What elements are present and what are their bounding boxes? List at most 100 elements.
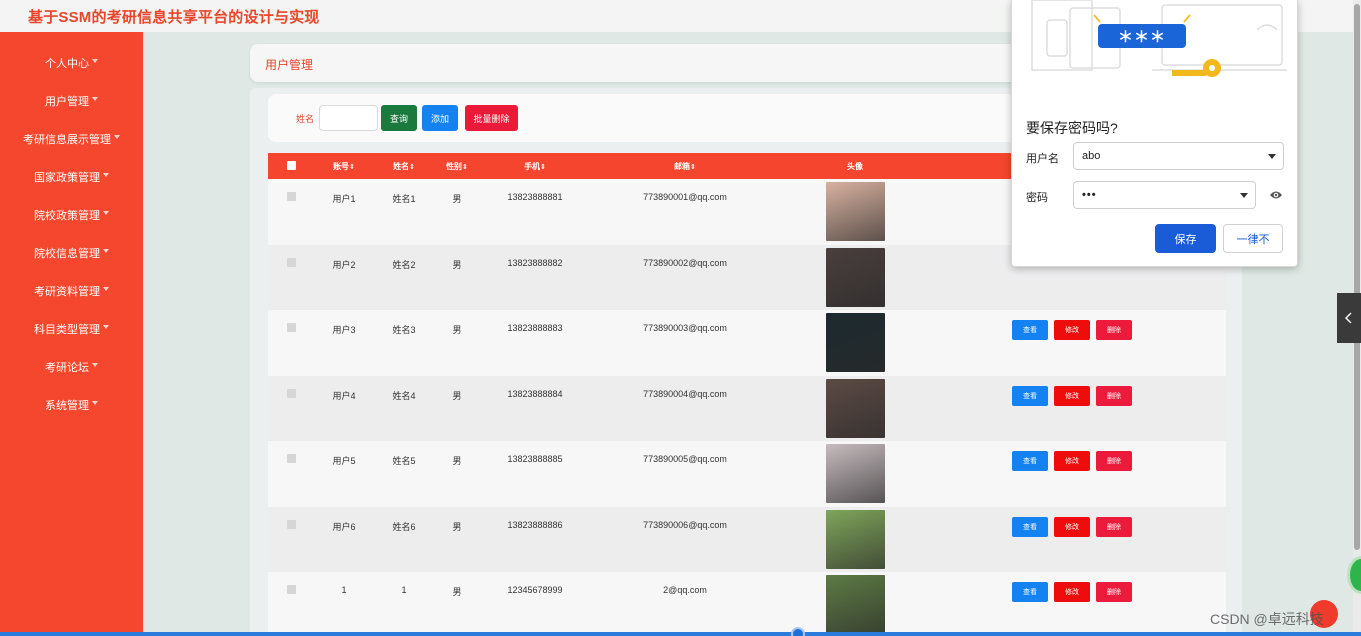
password-value: ••• xyxy=(1082,189,1097,201)
view-button[interactable]: 查看 xyxy=(1012,451,1048,471)
breadcrumb-current: 用户管理 xyxy=(265,58,314,72)
row-actions: 查看 修改 删除 xyxy=(930,582,1226,602)
sidebar-item-label: 考研信息展示管理 xyxy=(23,134,111,146)
sidebar-item[interactable]: 院校信息管理 xyxy=(0,234,143,272)
delete-button[interactable]: 删除 xyxy=(1096,451,1132,471)
column-header-label: 性别 xyxy=(446,161,463,171)
cell-sex: 男 xyxy=(452,325,462,335)
password-select[interactable]: ••• xyxy=(1073,181,1256,209)
caret-down-icon xyxy=(92,363,98,367)
cell-sex: 男 xyxy=(452,390,462,401)
row-actions: 查看 修改 删除 xyxy=(930,385,1226,406)
floating-helper-icon[interactable] xyxy=(1347,556,1361,594)
sort-icon: ⇕ xyxy=(409,163,415,171)
column-header-label: 邮箱 xyxy=(674,161,691,171)
cell-sex: 男 xyxy=(452,587,462,597)
delete-button[interactable]: 删除 xyxy=(1096,516,1132,537)
edit-button[interactable]: 修改 xyxy=(1054,320,1090,340)
edit-button[interactable]: 修改 xyxy=(1054,385,1090,406)
view-button[interactable]: 查看 xyxy=(1012,385,1048,406)
cell-avatar xyxy=(780,376,930,440)
edit-button[interactable]: 修改 xyxy=(1054,451,1090,471)
scrollbar-thumb[interactable] xyxy=(1354,4,1360,550)
bulk-delete-button[interactable]: 批量删除 xyxy=(465,105,518,131)
sidebar-item[interactable]: 科目类型管理 xyxy=(0,310,143,348)
column-header[interactable]: 手机⇕ xyxy=(480,161,590,172)
caret-down-icon xyxy=(92,97,98,101)
never-button[interactable]: 一律不 xyxy=(1223,224,1283,253)
sidebar-item[interactable]: 国家政策管理 xyxy=(0,158,143,196)
row-checkbox[interactable] xyxy=(286,192,296,201)
cell-ops: 查看 修改 删除 xyxy=(930,507,1226,537)
row-checkbox[interactable] xyxy=(286,257,296,267)
row-select-cell xyxy=(268,441,314,465)
delete-button[interactable]: 删除 xyxy=(1096,320,1132,340)
sidebar-item-label: 国家政策管理 xyxy=(34,172,100,184)
cell-phone: 12345678999 xyxy=(507,585,563,595)
row-checkbox[interactable] xyxy=(286,323,296,332)
query-button[interactable]: 查询 xyxy=(381,105,417,131)
edit-button[interactable]: 修改 xyxy=(1054,516,1090,537)
caret-down-icon xyxy=(103,173,109,177)
cell-email: 773890005@qq.com xyxy=(643,454,727,464)
caret-down-icon xyxy=(103,287,109,291)
side-collapse-tab[interactable] xyxy=(1337,293,1361,343)
chevron-down-icon xyxy=(1240,193,1248,198)
sidebar-item[interactable]: 用户管理 xyxy=(0,82,143,120)
view-button[interactable]: 查看 xyxy=(1012,582,1048,602)
cell-account: 用户5 xyxy=(332,456,356,466)
progress-handle[interactable] xyxy=(791,627,805,636)
cell-sex: 男 xyxy=(452,194,462,204)
table-row: 用户3 姓名3 男 13823888883 773890003@qq.com 查看 修改 删除 xyxy=(268,310,1226,376)
column-header[interactable]: 性别⇕ xyxy=(434,161,480,172)
cell-name: 姓名4 xyxy=(392,390,416,401)
password-illustration xyxy=(1031,0,1287,77)
column-header[interactable]: 姓名⇕ xyxy=(374,161,434,172)
delete-button[interactable]: 删除 xyxy=(1096,582,1132,602)
cell-email: 2@qq.com xyxy=(663,585,707,595)
username-label: 用户名 xyxy=(1026,153,1059,165)
sidebar-item-label: 考研资料管理 xyxy=(34,286,100,298)
caret-down-icon xyxy=(92,401,98,405)
column-header[interactable]: 账号⇕ xyxy=(314,161,374,172)
sidebar-item[interactable]: 系统管理 xyxy=(0,386,143,424)
delete-button[interactable]: 删除 xyxy=(1096,385,1132,406)
username-select[interactable]: abo xyxy=(1073,142,1284,170)
avatar xyxy=(825,247,885,307)
eye-icon[interactable] xyxy=(1269,189,1283,201)
add-button[interactable]: 添加 xyxy=(422,105,458,131)
column-header-label: 姓名 xyxy=(393,161,410,171)
cell-account: 用户6 xyxy=(332,521,356,532)
select-all-checkbox[interactable] xyxy=(286,160,296,170)
avatar xyxy=(825,182,885,241)
cell-email: 773890002@qq.com xyxy=(643,257,727,268)
sidebar-item[interactable]: 个人中心 xyxy=(0,44,143,82)
row-select-cell xyxy=(268,310,314,334)
sort-icon: ⇕ xyxy=(540,163,546,171)
cell-avatar xyxy=(780,572,930,636)
search-name-input[interactable] xyxy=(319,105,378,131)
view-button[interactable]: 查看 xyxy=(1012,320,1048,340)
sort-icon: ⇕ xyxy=(462,163,468,171)
cell-phone: 13823888882 xyxy=(507,257,563,268)
table-row: 用户6 姓名6 男 13823888886 773890006@qq.com 查看 修改 删除 xyxy=(268,506,1226,572)
caret-down-icon xyxy=(114,135,120,139)
sidebar-item[interactable]: 考研资料管理 xyxy=(0,272,143,310)
row-checkbox[interactable] xyxy=(286,388,296,398)
sidebar-item[interactable]: 院校政策管理 xyxy=(0,196,143,234)
view-button[interactable]: 查看 xyxy=(1012,516,1048,537)
save-password-button[interactable]: 保存 xyxy=(1155,224,1216,253)
edit-button[interactable]: 修改 xyxy=(1054,582,1090,602)
row-checkbox[interactable] xyxy=(286,585,296,594)
avatar xyxy=(825,575,885,634)
row-actions: 查看 修改 删除 xyxy=(930,451,1226,471)
column-header[interactable]: 邮箱⇕ xyxy=(590,161,780,172)
sidebar-item-label: 个人中心 xyxy=(45,58,89,70)
cell-avatar xyxy=(780,245,930,309)
sidebar-item[interactable]: 考研信息展示管理 xyxy=(0,120,143,158)
sidebar-item[interactable]: 考研论坛 xyxy=(0,348,143,386)
cell-sex: 男 xyxy=(452,521,462,532)
row-checkbox[interactable] xyxy=(286,519,296,529)
row-checkbox[interactable] xyxy=(286,454,296,463)
table-row: 用户4 姓名4 男 13823888884 773890004@qq.com 查看 修改 删除 xyxy=(268,375,1226,441)
